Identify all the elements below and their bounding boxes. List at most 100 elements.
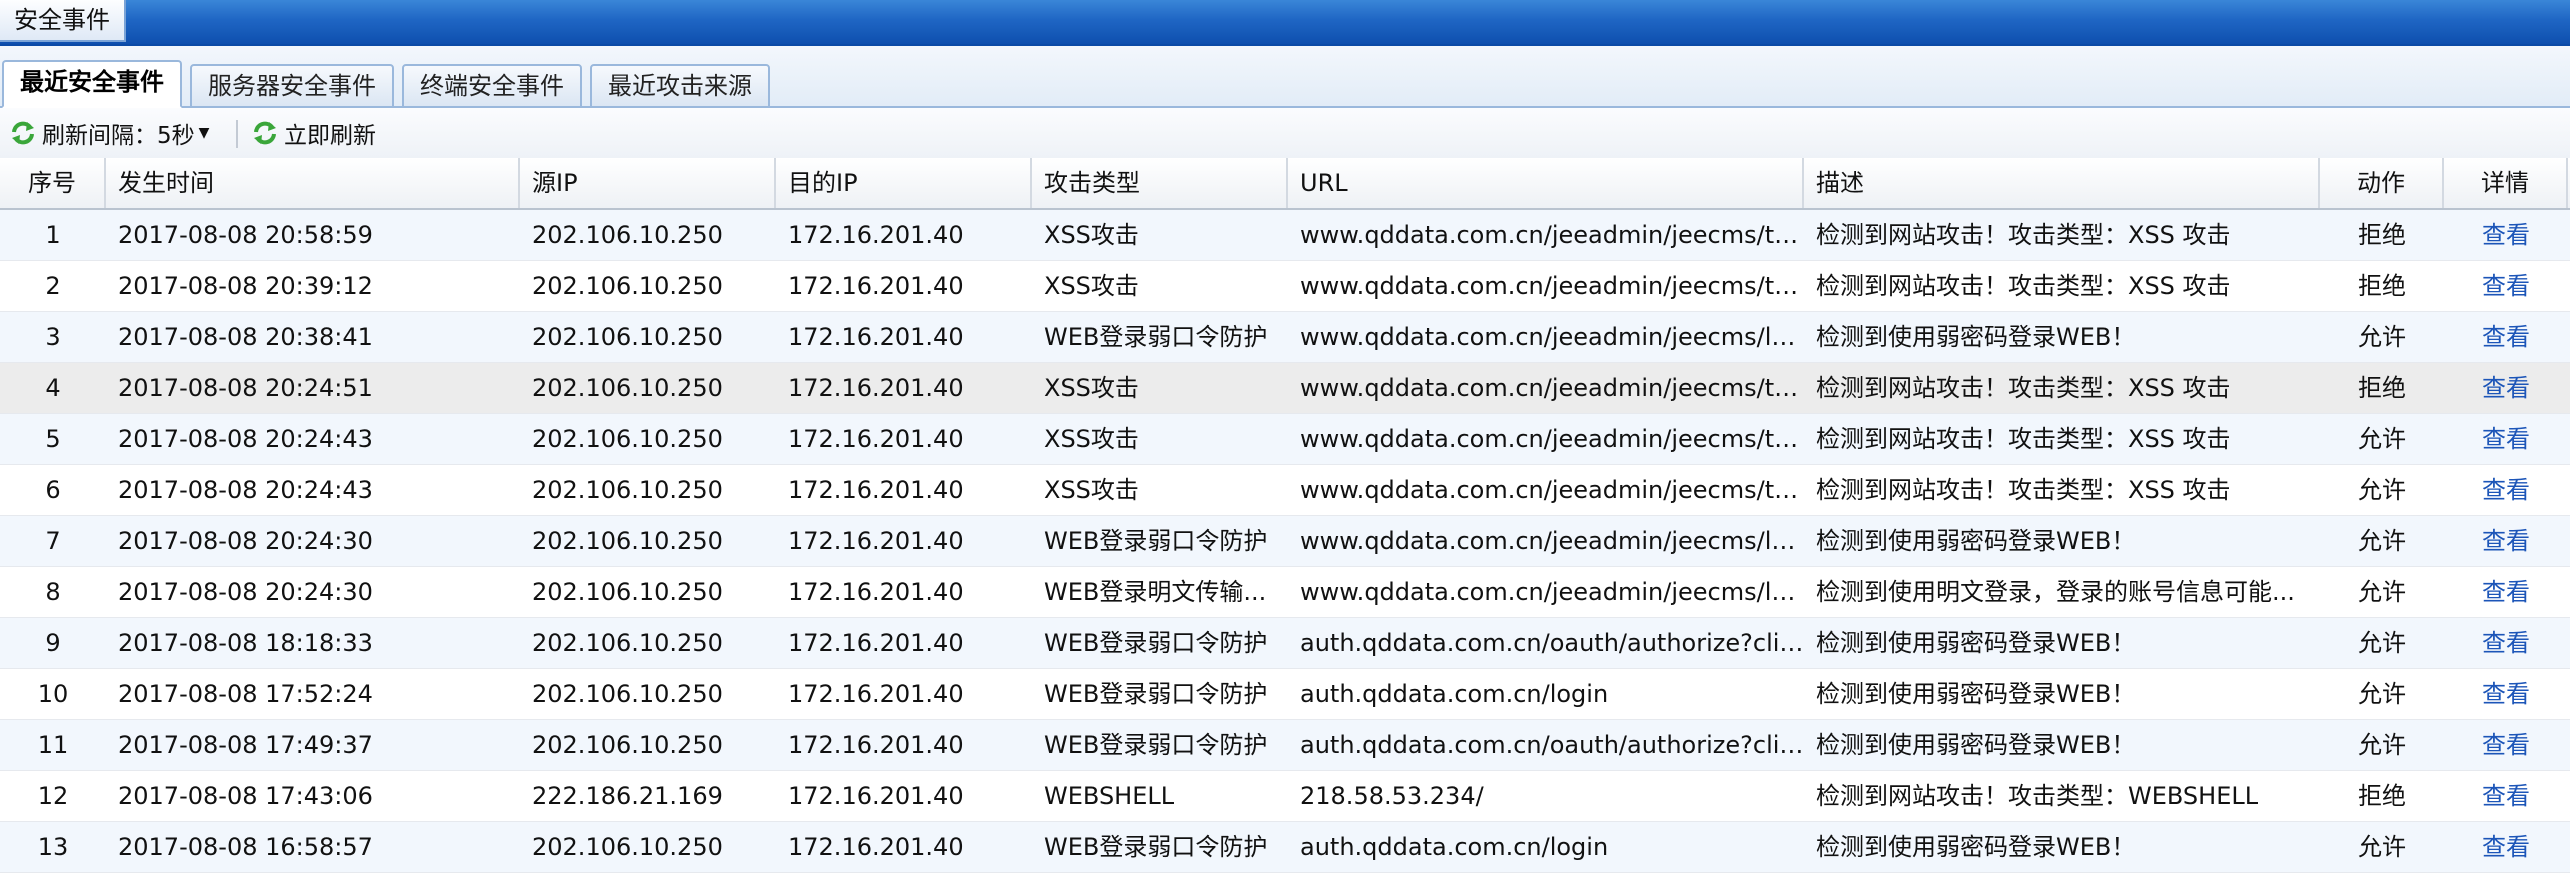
table-row[interactable]: 9 2017-08-08 18:18:33 202.106.10.250 172.16…: [0, 618, 2570, 669]
column-header-time[interactable]: 发生时间: [106, 158, 520, 208]
cell-time: 2017-08-08 20:38:41: [118, 323, 373, 351]
column-header-src-ip[interactable]: 源IP: [520, 158, 776, 208]
title-bar: 安全事件: [0, 0, 2570, 46]
table-row[interactable]: 13 2017-08-08 16:58:57 202.106.10.250 172.1…: [0, 822, 2570, 873]
table-row[interactable]: 10 2017-08-08 17:52:24 202.106.10.250 172.1…: [0, 669, 2570, 720]
cell-url: www.qddata.com.cn/jeeadmin/jeecms/templ.…: [1300, 272, 1804, 300]
cell-dst-ip: 172.16.201.40: [788, 272, 964, 300]
cell-src-ip: 202.106.10.250: [532, 425, 723, 453]
view-detail-link[interactable]: 查看: [2444, 414, 2568, 464]
view-detail-link[interactable]: 查看: [2444, 516, 2568, 566]
column-header-dst-ip[interactable]: 目的IP: [776, 158, 1032, 208]
cell-url: www.qddata.com.cn/jeeadmin/jeecms/templ.…: [1300, 374, 1804, 402]
cell-attack-type: WEB登录弱口令防护: [1044, 680, 1268, 708]
table-row[interactable]: 1 2017-08-08 20:58:59 202.106.10.250 172.16…: [0, 210, 2570, 261]
cell-description: 检测到使用弱密码登录WEB！: [1816, 527, 2136, 555]
table-row[interactable]: 7 2017-08-08 20:24:30 202.106.10.250 172.16…: [0, 516, 2570, 567]
table-row[interactable]: 12 2017-08-08 17:43:06 222.186.21.169 172.1…: [0, 771, 2570, 822]
cell-url: www.qddata.com.cn/jeeadmin/jeecms/login.…: [1300, 323, 1804, 351]
table-row[interactable]: 8 2017-08-08 20:24:30 202.106.10.250 172.16…: [0, 567, 2570, 618]
view-detail-link[interactable]: 查看: [2444, 210, 2568, 260]
view-detail-link[interactable]: 查看: [2444, 465, 2568, 515]
cell-time: 2017-08-08 17:43:06: [118, 782, 373, 810]
tab-server-security-events[interactable]: 服务器安全事件: [190, 64, 394, 108]
cell-action: 拒绝: [2358, 374, 2406, 402]
cell-dst-ip: 172.16.201.40: [788, 578, 964, 606]
cell-url: auth.qddata.com.cn/login: [1300, 680, 1609, 708]
cell-no: 3: [45, 323, 61, 351]
tab-recent-attack-sources[interactable]: 最近攻击来源: [590, 64, 770, 108]
cell-dst-ip: 172.16.201.40: [788, 374, 964, 402]
view-detail-link[interactable]: 查看: [2444, 720, 2568, 770]
view-detail-link[interactable]: 查看: [2444, 822, 2568, 872]
view-detail-link[interactable]: 查看: [2444, 567, 2568, 617]
column-header-description[interactable]: 描述: [1804, 158, 2320, 208]
table-row[interactable]: 11 2017-08-08 17:49:37 202.106.10.250 172.1…: [0, 720, 2570, 771]
view-detail-link[interactable]: 查看: [2444, 261, 2568, 311]
toolbar: 刷新间隔：5秒 ▼ 立即刷新: [0, 108, 2570, 160]
cell-time: 2017-08-08 20:58:59: [118, 221, 373, 249]
cell-attack-type: WEB登录弱口令防护: [1044, 629, 1268, 657]
cell-description: 检测到使用弱密码登录WEB！: [1816, 833, 2136, 861]
cell-src-ip: 202.106.10.250: [532, 731, 723, 759]
refresh-interval-label: 刷新间隔：5秒: [42, 123, 195, 149]
cell-url: 218.58.53.234/: [1300, 782, 1484, 810]
column-header-detail[interactable]: 详情: [2444, 158, 2568, 208]
cell-dst-ip: 172.16.201.40: [788, 221, 964, 249]
table-row[interactable]: 5 2017-08-08 20:24:43 202.106.10.250 172.16…: [0, 414, 2570, 465]
cell-action: 允许: [2358, 578, 2406, 606]
view-detail-link[interactable]: 查看: [2444, 312, 2568, 362]
cell-action: 允许: [2358, 323, 2406, 351]
column-header-no[interactable]: 序号: [0, 158, 106, 208]
cell-url: www.qddata.com.cn/jeeadmin/jeecms/templ.…: [1300, 221, 1804, 249]
view-detail-link[interactable]: 查看: [2444, 618, 2568, 668]
cell-action: 允许: [2358, 680, 2406, 708]
cell-description: 检测到使用明文登录，登录的账号信息可能...: [1816, 578, 2295, 606]
table-header: 序号 发生时间 源IP 目的IP 攻击类型 URL 描述 动作 详情: [0, 158, 2570, 210]
cell-dst-ip: 172.16.201.40: [788, 833, 964, 861]
cell-url: www.qddata.com.cn/jeeadmin/jeecms/login.…: [1300, 527, 1804, 555]
cell-attack-type: XSS攻击: [1044, 425, 1139, 453]
cell-description: 检测到网站攻击！攻击类型：XSS 攻击: [1816, 425, 2231, 453]
cell-no: 13: [37, 833, 69, 861]
table-row[interactable]: 6 2017-08-08 20:24:43 202.106.10.250 172.16…: [0, 465, 2570, 516]
tab-terminal-security-events[interactable]: 终端安全事件: [402, 64, 582, 108]
view-detail-link[interactable]: 查看: [2444, 363, 2568, 413]
cell-time: 2017-08-08 20:24:43: [118, 476, 373, 504]
cell-description: 检测到网站攻击！攻击类型：XSS 攻击: [1816, 476, 2231, 504]
cell-time: 2017-08-08 20:24:30: [118, 578, 373, 606]
column-header-url[interactable]: URL: [1288, 158, 1804, 208]
table-row[interactable]: 4 2017-08-08 20:24:51 202.106.10.250 172.16…: [0, 363, 2570, 414]
cell-no: 8: [45, 578, 61, 606]
column-header-attack-type[interactable]: 攻击类型: [1032, 158, 1288, 208]
cell-src-ip: 202.106.10.250: [532, 476, 723, 504]
cell-attack-type: XSS攻击: [1044, 476, 1139, 504]
cell-dst-ip: 172.16.201.40: [788, 731, 964, 759]
cell-description: 检测到网站攻击！攻击类型：WEBSHELL: [1816, 782, 2259, 810]
cell-time: 2017-08-08 17:49:37: [118, 731, 373, 759]
cell-description: 检测到使用弱密码登录WEB！: [1816, 629, 2136, 657]
tab-recent-security-events[interactable]: 最近安全事件: [2, 60, 182, 108]
cell-description: 检测到使用弱密码登录WEB！: [1816, 323, 2136, 351]
cell-dst-ip: 172.16.201.40: [788, 425, 964, 453]
cell-no: 7: [45, 527, 61, 555]
table-row[interactable]: 3 2017-08-08 20:38:41 202.106.10.250 172.16…: [0, 312, 2570, 363]
window-title-tab[interactable]: 安全事件: [0, 0, 126, 42]
table-row[interactable]: 2 2017-08-08 20:39:12 202.106.10.250 172.16…: [0, 261, 2570, 312]
refresh-interval-dropdown[interactable]: 刷新间隔：5秒 ▼: [10, 108, 209, 158]
cell-description: 检测到使用弱密码登录WEB！: [1816, 731, 2136, 759]
column-header-action[interactable]: 动作: [2320, 158, 2444, 208]
cell-no: 2: [45, 272, 61, 300]
refresh-now-button[interactable]: 立即刷新: [252, 108, 376, 158]
refresh-icon: [12, 121, 34, 145]
cell-url: www.qddata.com.cn/jeeadmin/jeecms/templ.…: [1300, 476, 1804, 504]
cell-src-ip: 202.106.10.250: [532, 374, 723, 402]
cell-action: 允许: [2358, 527, 2406, 555]
cell-src-ip: 202.106.10.250: [532, 527, 723, 555]
cell-dst-ip: 172.16.201.40: [788, 527, 964, 555]
chevron-down-icon: ▼: [198, 125, 210, 141]
cell-url: www.qddata.com.cn/jeeadmin/jeecms/login.…: [1300, 578, 1804, 606]
view-detail-link[interactable]: 查看: [2444, 771, 2568, 821]
view-detail-link[interactable]: 查看: [2444, 669, 2568, 719]
cell-src-ip: 202.106.10.250: [532, 680, 723, 708]
